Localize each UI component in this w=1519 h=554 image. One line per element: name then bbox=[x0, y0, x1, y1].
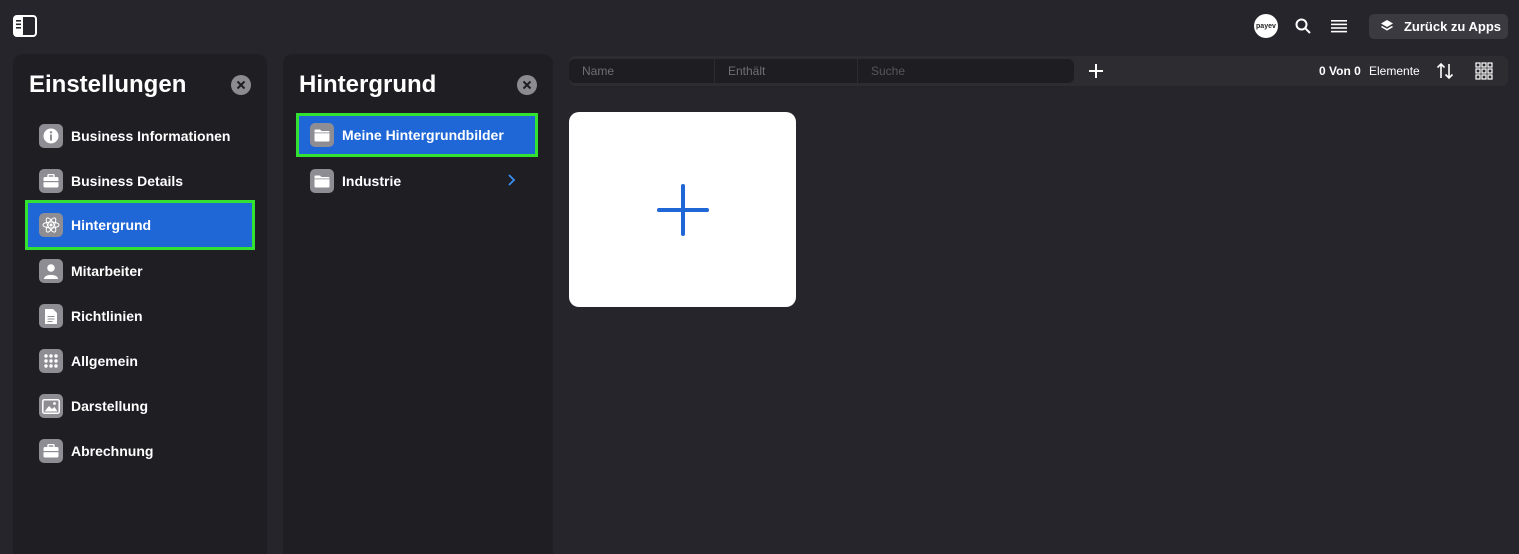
close-icon bbox=[236, 80, 246, 90]
filter-name-field[interactable]: Name bbox=[569, 59, 714, 83]
search-icon[interactable] bbox=[1293, 16, 1313, 36]
sidebar-item-allgemein[interactable]: Allgemein bbox=[25, 336, 255, 386]
sidebar-item-business-details[interactable]: Business Details bbox=[25, 156, 255, 206]
folder-icon bbox=[310, 123, 334, 147]
filter-toolbar: Name Enthält Suche 0 Von 0 Elemente bbox=[569, 56, 1508, 86]
back-to-apps-label: Zurück zu Apps bbox=[1403, 18, 1501, 34]
layers-icon bbox=[1380, 19, 1394, 33]
sort-icon[interactable] bbox=[1435, 61, 1455, 81]
grid-dots-icon bbox=[39, 349, 63, 373]
folder-icon bbox=[310, 169, 334, 193]
atom-icon bbox=[39, 213, 63, 237]
sidebar-item-richtlinien[interactable]: Richtlinien bbox=[25, 291, 255, 341]
briefcase-icon bbox=[39, 169, 63, 193]
image-icon bbox=[39, 394, 63, 418]
grid-view-icon[interactable] bbox=[1475, 62, 1493, 80]
document-icon bbox=[39, 304, 63, 328]
add-filter-icon[interactable] bbox=[1086, 61, 1106, 81]
sidebar-item-mitarbeiter[interactable]: Mitarbeiter bbox=[25, 246, 255, 296]
sidebar-item-hintergrund[interactable]: Hintergrund bbox=[25, 200, 255, 250]
menu-icon[interactable] bbox=[1329, 16, 1349, 36]
sidebar-item-label: Business Details bbox=[71, 173, 184, 189]
item-count-label: Elemente bbox=[1369, 64, 1420, 78]
folder-item-label: Meine Hintergrundbilder bbox=[342, 127, 504, 143]
add-background-card[interactable] bbox=[569, 112, 796, 307]
folder-item-meine-hintergrundbilder[interactable]: Meine Hintergrundbilder bbox=[296, 113, 538, 157]
sidebar-item-label: Allgemein bbox=[71, 353, 138, 369]
search-input[interactable]: Suche bbox=[858, 59, 1074, 83]
settings-panel-title: Einstellungen bbox=[29, 71, 187, 98]
sidebar-item-label: Abrechnung bbox=[71, 443, 154, 459]
person-icon bbox=[39, 259, 63, 283]
folder-item-industrie[interactable]: Industrie bbox=[296, 159, 538, 203]
sidebar-item-abrechnung[interactable]: Abrechnung bbox=[25, 426, 255, 476]
folder-item-label: Industrie bbox=[342, 173, 402, 189]
chevron-right-icon bbox=[506, 173, 518, 187]
top-bar: payev Zurück zu Apps bbox=[0, 0, 1519, 52]
sidebar-item-darstellung[interactable]: Darstellung bbox=[25, 381, 255, 431]
avatar[interactable]: payev bbox=[1253, 14, 1278, 38]
sidebar-item-label: Mitarbeiter bbox=[71, 263, 143, 279]
sidebar-toggle-icon[interactable] bbox=[13, 15, 37, 37]
sidebar-item-label: Richtlinien bbox=[71, 308, 143, 324]
close-icon bbox=[522, 80, 532, 90]
background-panel: Hintergrund Meine Hintergrundbilder Indu… bbox=[283, 54, 553, 554]
close-settings-button[interactable] bbox=[231, 75, 251, 95]
plus-icon bbox=[656, 183, 709, 236]
briefcase-icon bbox=[39, 439, 63, 463]
sidebar-item-label: Business Informationen bbox=[71, 128, 231, 144]
item-count: 0 Von 0 bbox=[1319, 64, 1361, 78]
settings-panel: Einstellungen Business Informationen Bus… bbox=[13, 54, 267, 554]
filter-contains-field[interactable]: Enthält bbox=[715, 59, 857, 83]
sidebar-item-business-informationen[interactable]: Business Informationen bbox=[25, 111, 255, 161]
back-to-apps-button[interactable]: Zurück zu Apps bbox=[1368, 13, 1508, 39]
close-background-button[interactable] bbox=[517, 75, 537, 95]
info-icon bbox=[39, 124, 63, 148]
sidebar-item-label: Hintergrund bbox=[71, 217, 152, 233]
background-panel-title: Hintergrund bbox=[299, 71, 437, 98]
sidebar-item-label: Darstellung bbox=[71, 398, 149, 414]
